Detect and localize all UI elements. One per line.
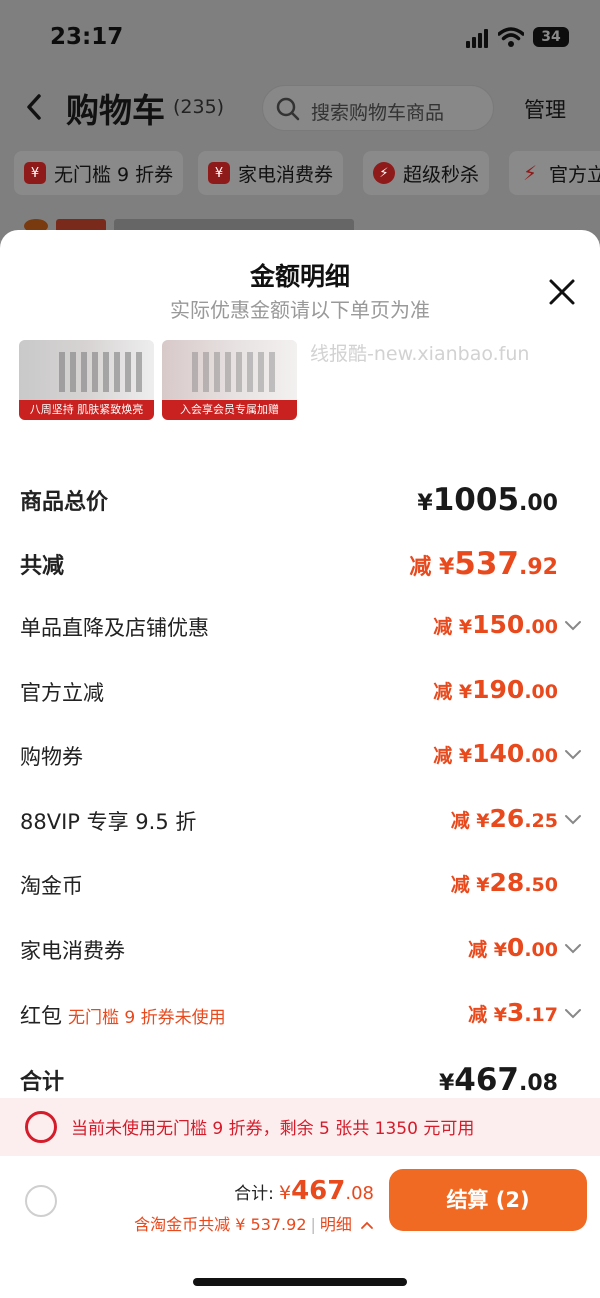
row-grand-total: 合计 ¥467.08 bbox=[0, 1058, 600, 1098]
close-icon[interactable] bbox=[546, 276, 578, 308]
row-subtotal: 商品总价 ¥1005.00 bbox=[0, 478, 600, 518]
home-indicator bbox=[193, 1278, 407, 1286]
chevron-down-icon[interactable] bbox=[564, 941, 582, 955]
coupon-chips: ¥ 无门槛 9 折券 ¥ 家电消费券 ⚡ 超级秒杀 ⚡ 官方立 bbox=[0, 151, 600, 197]
amount-detail-sheet: 金额明细 实际优惠金额请以下单页为准 八周坚持 肌肤紧致焕亮 入会享会员专属加赠… bbox=[0, 230, 600, 1298]
row-label: 商品总价 bbox=[20, 490, 109, 515]
row-label: 官方立减 bbox=[20, 681, 104, 705]
row-official-discount: 官方立减 减 ¥190.00 bbox=[0, 671, 600, 711]
red-packet-hint: 无门槛 9 折券未使用 bbox=[68, 1008, 226, 1028]
search-placeholder: 搜索购物车商品 bbox=[311, 102, 445, 124]
chip-label: 无门槛 9 折券 bbox=[54, 163, 174, 186]
coupon-select-radio[interactable] bbox=[25, 1111, 57, 1143]
checkout-button[interactable]: 结算 (2) bbox=[389, 1169, 587, 1231]
row-shopping-coupon[interactable]: 购物券 减 ¥140.00 bbox=[0, 735, 600, 775]
row-label: 红包 无门槛 9 折券未使用 bbox=[20, 1004, 226, 1028]
footer-total: 合计: ¥467.08 bbox=[234, 1176, 374, 1206]
sheet-subtitle: 实际优惠金额请以下单页为准 bbox=[170, 298, 430, 322]
manage-button[interactable]: 管理 bbox=[524, 94, 566, 124]
row-red-packet[interactable]: 红包 无门槛 9 折券未使用 减 ¥3.17 bbox=[0, 994, 600, 1034]
row-label: 共减 bbox=[20, 554, 65, 579]
chevron-down-icon[interactable] bbox=[564, 812, 582, 826]
row-amount: 减 ¥26.25 bbox=[450, 804, 558, 833]
nav-bar: 购物车 (235) 搜索购物车商品 管理 bbox=[0, 80, 600, 136]
row-taojinbi: 淘金币 减 ¥28.50 bbox=[0, 864, 600, 904]
chip-label: 超级秒杀 bbox=[403, 163, 480, 186]
chip-label: 家电消费券 bbox=[238, 163, 334, 186]
status-time: 23:17 bbox=[50, 24, 124, 50]
row-label: 淘金币 bbox=[20, 874, 83, 898]
thumbnail-caption: 入会享会员专属加赠 bbox=[162, 400, 297, 420]
row-amount: ¥1005.00 bbox=[417, 482, 558, 518]
select-all-radio[interactable] bbox=[25, 1185, 57, 1217]
row-amount: 减 ¥537.92 bbox=[409, 546, 558, 582]
thumbnail-caption: 八周坚持 肌肤紧致焕亮 bbox=[19, 400, 154, 420]
coupon-reminder-banner[interactable]: 当前未使用无门槛 9 折券，剩余 5 张共 1350 元可用 bbox=[0, 1098, 600, 1156]
row-amount: 减 ¥140.00 bbox=[433, 739, 558, 768]
row-appliance-coupon[interactable]: 家电消费券 减 ¥0.00 bbox=[0, 929, 600, 969]
search-icon bbox=[276, 97, 300, 121]
chip-label: 官方立 bbox=[549, 163, 600, 186]
row-label: 家电消费券 bbox=[20, 939, 125, 963]
row-88vip-discount[interactable]: 88VIP 专享 9.5 折 减 ¥26.25 bbox=[0, 800, 600, 840]
wifi-icon bbox=[498, 27, 524, 47]
product-thumbnail[interactable]: 入会享会员专属加赠 bbox=[162, 340, 297, 420]
search-input[interactable]: 搜索购物车商品 bbox=[262, 85, 494, 131]
row-amount: 减 ¥3.17 bbox=[468, 998, 558, 1027]
chevron-up-icon bbox=[361, 1221, 373, 1229]
row-label: 合计 bbox=[20, 1070, 65, 1095]
row-amount: ¥467.08 bbox=[438, 1062, 558, 1098]
coupon-icon: ¥ bbox=[208, 162, 230, 184]
row-label: 单品直降及店铺优惠 bbox=[20, 616, 209, 640]
chip-no-threshold-coupon[interactable]: ¥ 无门槛 9 折券 bbox=[14, 151, 184, 195]
page-title: 购物车 bbox=[66, 91, 165, 130]
row-label: 88VIP 专享 9.5 折 bbox=[20, 810, 197, 834]
watermark-text: 线报酷-new.xianbao.fun bbox=[310, 343, 530, 365]
lightning-icon: ⚡ bbox=[522, 161, 538, 185]
signal-icon bbox=[466, 28, 492, 48]
chevron-down-icon[interactable] bbox=[564, 1006, 582, 1020]
checkout-bar: 合计: ¥467.08 含淘金币共减 ¥ 537.92 | 明细 结算 (2) bbox=[0, 1156, 600, 1298]
row-amount: 减 ¥150.00 bbox=[433, 610, 558, 639]
cart-count: (235) bbox=[173, 96, 225, 118]
product-thumbnail[interactable]: 八周坚持 肌肤紧致焕亮 bbox=[19, 340, 154, 420]
background-page: 23:17 34 购物车 (235) 搜索购物车商品 管理 ¥ 无门槛 9 折券 bbox=[0, 0, 600, 240]
footer-discount-summary[interactable]: 含淘金币共减 ¥ 537.92 | 明细 bbox=[134, 1211, 374, 1235]
chip-official-discount[interactable]: ⚡ 官方立 bbox=[509, 151, 600, 195]
row-total-discount: 共减 减 ¥537.92 bbox=[0, 542, 600, 582]
row-amount: 减 ¥28.50 bbox=[450, 868, 558, 897]
coupon-icon: ¥ bbox=[24, 162, 46, 184]
row-amount: 减 ¥0.00 bbox=[468, 933, 558, 962]
row-amount: 减 ¥190.00 bbox=[433, 675, 558, 704]
lightning-icon: ⚡ bbox=[373, 162, 395, 184]
battery-icon: 34 bbox=[533, 27, 569, 47]
sheet-title: 金额明细 bbox=[249, 262, 350, 291]
chevron-down-icon[interactable] bbox=[564, 618, 582, 632]
row-label: 购物券 bbox=[20, 745, 83, 769]
status-bar: 23:17 34 bbox=[0, 22, 600, 56]
back-arrow-icon[interactable] bbox=[22, 90, 46, 124]
row-item-store-discount[interactable]: 单品直降及店铺优惠 减 ¥150.00 bbox=[0, 606, 600, 646]
chip-appliance-coupon[interactable]: ¥ 家电消费券 bbox=[198, 151, 344, 195]
banner-text: 当前未使用无门槛 9 折券，剩余 5 张共 1350 元可用 bbox=[71, 1119, 475, 1139]
detail-toggle[interactable]: 明细 bbox=[320, 1215, 352, 1234]
chevron-down-icon[interactable] bbox=[564, 747, 582, 761]
chip-flash-sale[interactable]: ⚡ 超级秒杀 bbox=[363, 151, 490, 195]
